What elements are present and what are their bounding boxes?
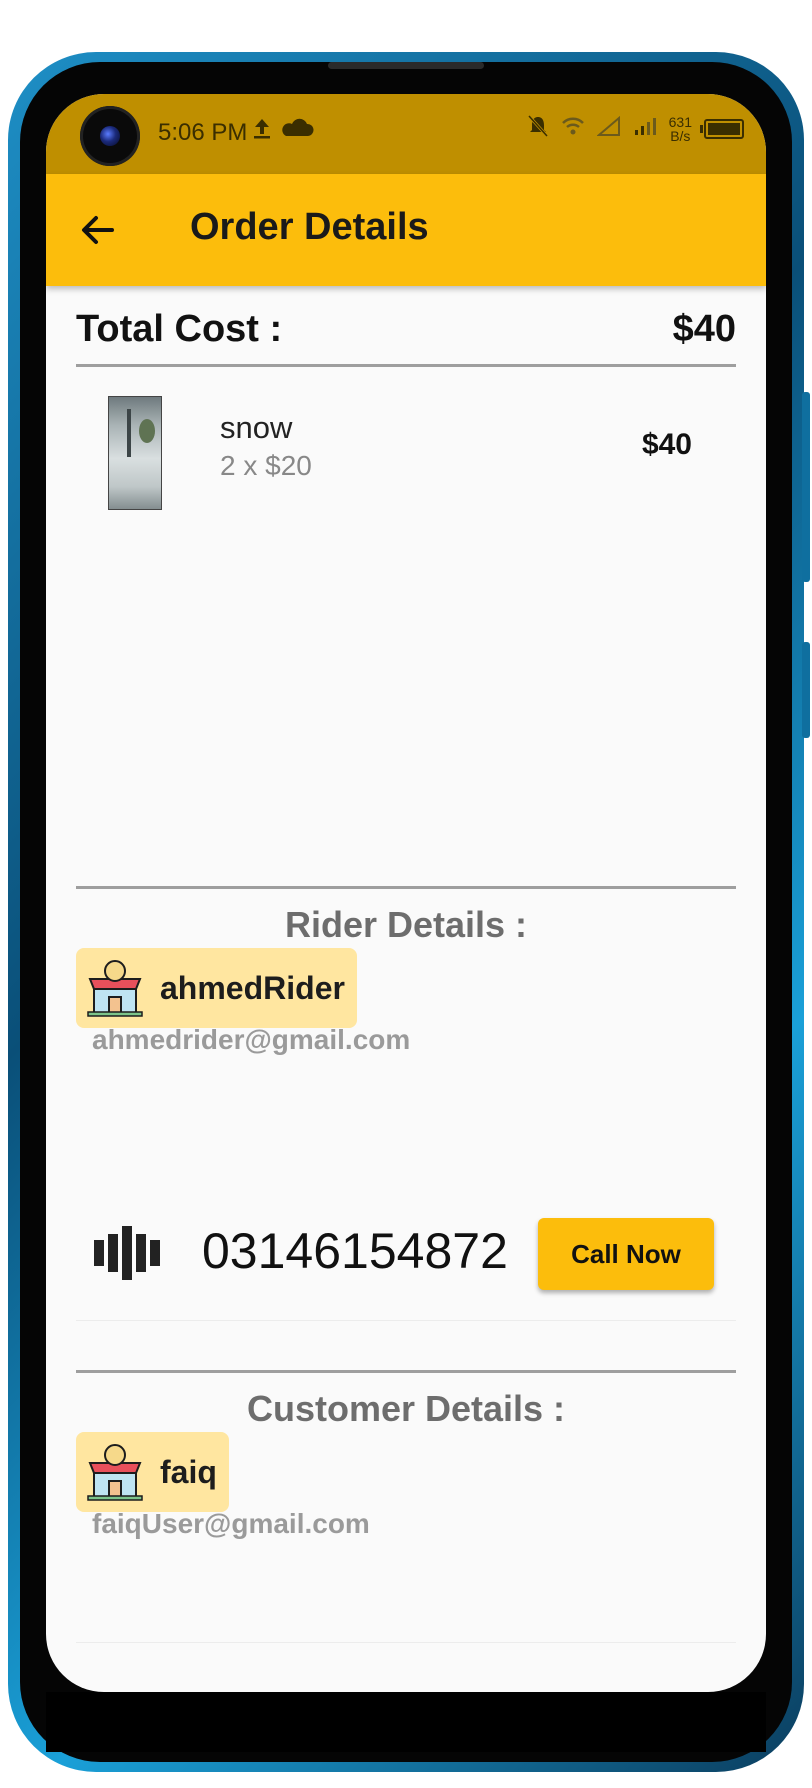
front-camera <box>80 106 140 166</box>
item-name: snow <box>220 410 293 445</box>
item-line-total: $40 <box>641 428 692 461</box>
mute-bell-icon <box>527 114 549 144</box>
page-title: Order Details <box>190 206 429 248</box>
divider <box>76 1320 736 1321</box>
divider <box>76 1370 736 1373</box>
wifi-icon <box>561 116 585 142</box>
shop-icon <box>87 1444 143 1501</box>
shop-icon <box>87 960 143 1017</box>
signal-icon-2 <box>633 116 657 142</box>
customer-email: faiqUser@gmail.com <box>92 1508 370 1539</box>
earpiece-speaker <box>328 62 484 69</box>
divider <box>76 1642 736 1643</box>
total-cost-value: $40 <box>672 308 736 350</box>
arrow-left-icon <box>82 216 114 244</box>
rider-phone-number: 03146154872 <box>202 1223 508 1279</box>
back-button[interactable] <box>76 208 120 252</box>
rider-email: ahmedrider@gmail.com <box>92 1024 411 1055</box>
rider-phone-row: 03146154872 Call Now <box>76 1202 736 1312</box>
net-speed-unit: B/s <box>670 128 691 144</box>
rider-name: ahmedRider <box>160 969 345 1006</box>
item-thumbnail <box>108 396 162 510</box>
status-icons: 631 B/s <box>527 114 744 144</box>
status-time: 5:06 PM <box>158 119 248 146</box>
battery-icon <box>700 119 744 139</box>
phone-bottom-bezel <box>46 1692 766 1752</box>
app-bar: Order Details <box>46 174 766 286</box>
divider <box>76 886 736 889</box>
volume-button <box>802 392 810 582</box>
net-speed: 631 B/s <box>669 115 692 143</box>
upload-cloud-icon <box>252 116 314 148</box>
app-screen: 5:06 PM 631 B/s Order Details Total Cost… <box>46 94 766 1692</box>
divider <box>76 364 736 367</box>
customer-chip: faiq <box>76 1432 229 1512</box>
customer-section-title: Customer Details : <box>246 1388 566 1429</box>
customer-name: faiq <box>160 1453 217 1490</box>
call-now-button[interactable]: Call Now <box>538 1218 714 1290</box>
rider-chip: ahmedRider <box>76 948 357 1028</box>
sound-wave-icon <box>94 1226 160 1280</box>
total-cost-label: Total Cost : <box>76 308 283 350</box>
item-quantity-price: 2 x $20 <box>220 450 312 481</box>
power-button <box>802 642 810 738</box>
status-bar: 5:06 PM 631 B/s <box>46 94 766 174</box>
rider-section-title: Rider Details : <box>284 904 528 945</box>
signal-icon-1 <box>595 115 621 142</box>
